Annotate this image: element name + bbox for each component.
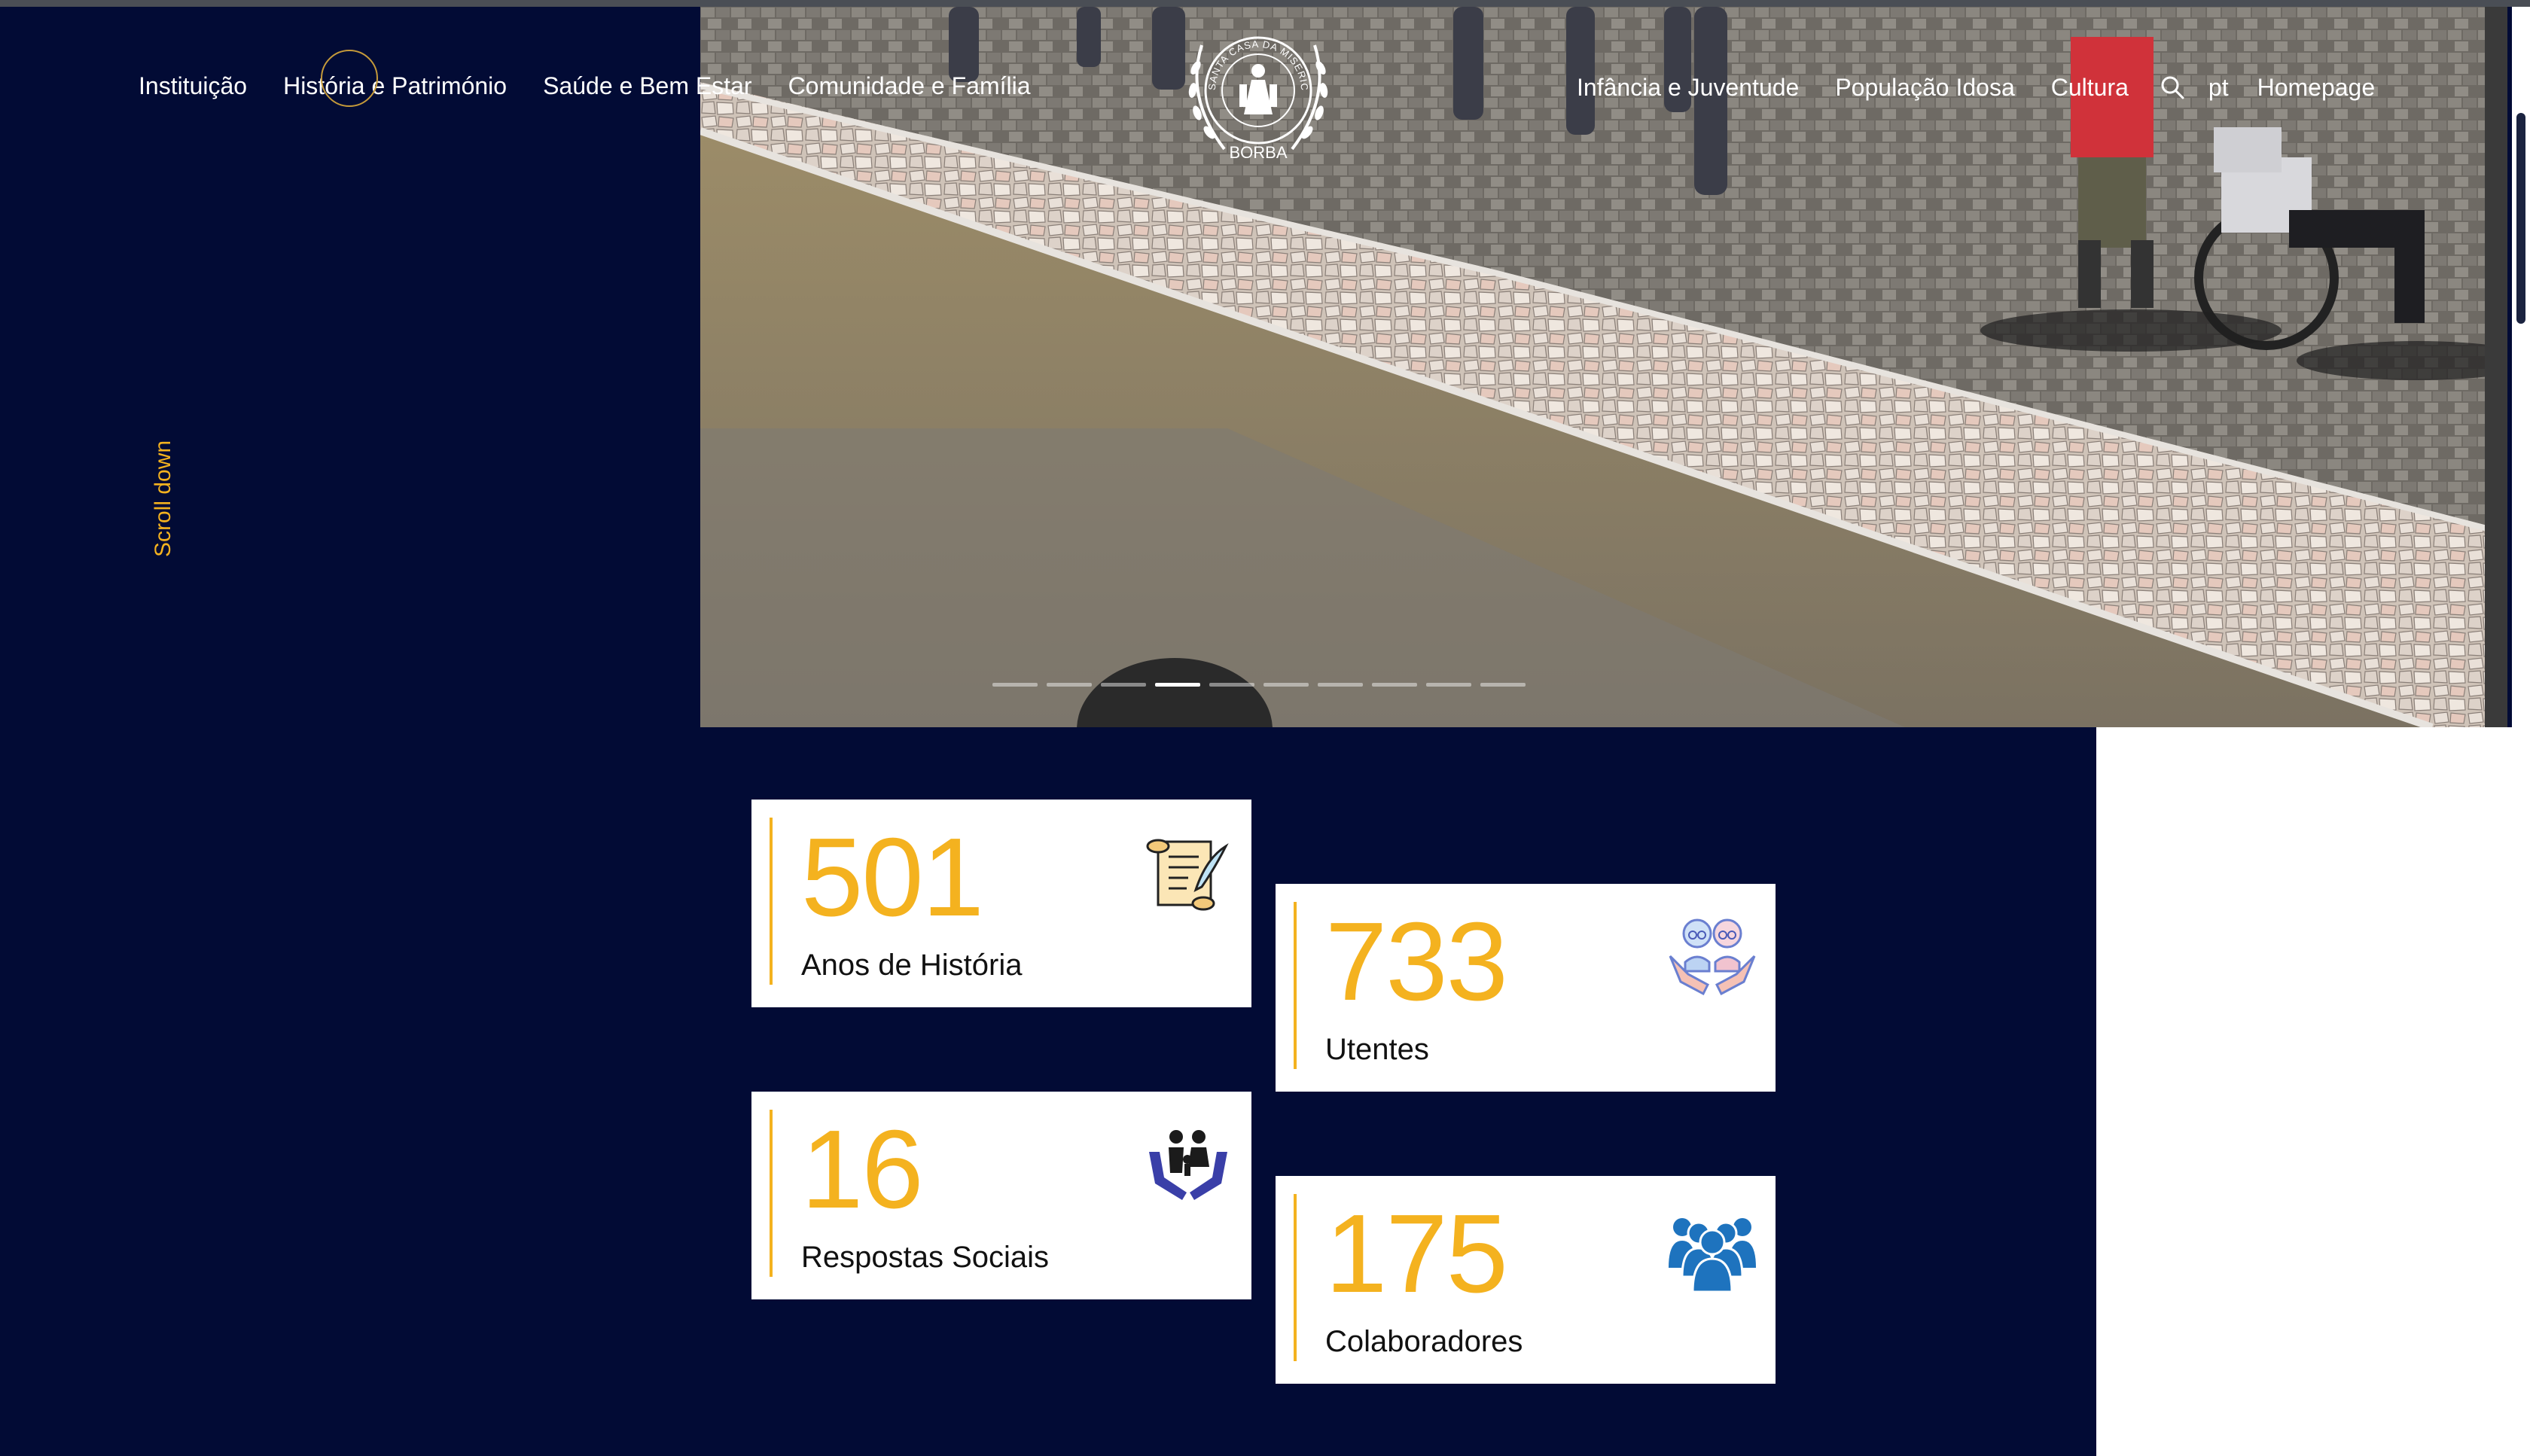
stat-value: 16 — [801, 1107, 924, 1232]
team-people-icon — [1669, 1218, 1756, 1293]
hover-cursor-ring — [321, 50, 378, 107]
main-nav-left: Instituição História e Património Saúde … — [139, 72, 1031, 100]
card-accent-bar — [770, 818, 773, 985]
main-nav-right: Infância e Juventude População Idosa Cul… — [1577, 72, 2375, 102]
elderly-couple-hands-icon — [1669, 918, 1756, 996]
language-switch[interactable]: pt — [2208, 74, 2229, 102]
stat-card-anos-historia: 501 Anos de História — [751, 800, 1251, 1007]
scroll-quill-icon — [1146, 839, 1229, 911]
slider-pagination — [992, 683, 1526, 687]
scrollbar-thumb[interactable] — [2516, 113, 2525, 324]
nav-historia-patrimonio[interactable]: História e Património — [283, 72, 507, 100]
nav-saude-bem-estar[interactable]: Saúde e Bem Estar — [543, 72, 751, 100]
stat-value: 175 — [1325, 1192, 1508, 1316]
slider-dot-7[interactable] — [1318, 683, 1363, 687]
browser-top-strip — [0, 0, 2530, 7]
nav-infancia-juventude[interactable]: Infância e Juventude — [1577, 74, 1799, 102]
card-accent-bar — [1294, 902, 1297, 1069]
page: Instituição História e Património Saúde … — [0, 0, 2530, 1456]
slider-dot-3[interactable] — [1101, 683, 1146, 687]
card-accent-bar — [1294, 1194, 1297, 1361]
stat-label: Respostas Sociais — [801, 1241, 1050, 1274]
right-white-panel — [2096, 727, 2530, 1456]
site-logo[interactable]: SANTA CASA DA MISERICÓRDIA BORBA — [1175, 6, 1337, 166]
search-icon — [2161, 76, 2184, 99]
slider-dot-8[interactable] — [1372, 683, 1417, 687]
nav-instituicao[interactable]: Instituição — [139, 72, 247, 100]
card-accent-bar — [770, 1110, 773, 1277]
stat-label: Anos de História — [801, 949, 1023, 982]
misericordia-seal-icon: SANTA CASA DA MISERICÓRDIA BORBA — [1175, 6, 1328, 162]
hero-slider[interactable] — [700, 7, 2507, 727]
slider-dot-6[interactable] — [1263, 683, 1309, 687]
family-hands-icon — [1149, 1130, 1227, 1200]
slider-dot-4[interactable] — [1155, 683, 1200, 687]
logo-town: BORBA — [1229, 143, 1287, 162]
stat-value: 733 — [1325, 900, 1508, 1024]
slider-dot-9[interactable] — [1426, 683, 1471, 687]
nav-homepage[interactable]: Homepage — [2257, 74, 2376, 102]
nav-cultura[interactable]: Cultura — [2051, 74, 2129, 102]
slider-dot-2[interactable] — [1047, 683, 1092, 687]
hero-photo — [700, 7, 2507, 727]
search-button[interactable] — [2157, 72, 2187, 102]
slider-dot-1[interactable] — [992, 683, 1038, 687]
stat-label: Colaboradores — [1325, 1325, 1523, 1358]
stat-card-respostas-sociais: 16 Respostas Sociais — [751, 1092, 1251, 1299]
scroll-down-link[interactable]: Scroll down — [151, 440, 176, 557]
slider-dot-10[interactable] — [1480, 683, 1526, 687]
stat-value: 501 — [801, 815, 984, 940]
stat-label: Utentes — [1325, 1033, 1429, 1066]
nav-populacao-idosa[interactable]: População Idosa — [1835, 74, 2014, 102]
stat-card-colaboradores: 175 Colaboradores — [1276, 1176, 1776, 1384]
stat-card-utentes: 733 Utentes — [1276, 884, 1776, 1092]
slider-dot-5[interactable] — [1209, 683, 1254, 687]
nav-comunidade-familia[interactable]: Comunidade e Família — [788, 72, 1031, 100]
